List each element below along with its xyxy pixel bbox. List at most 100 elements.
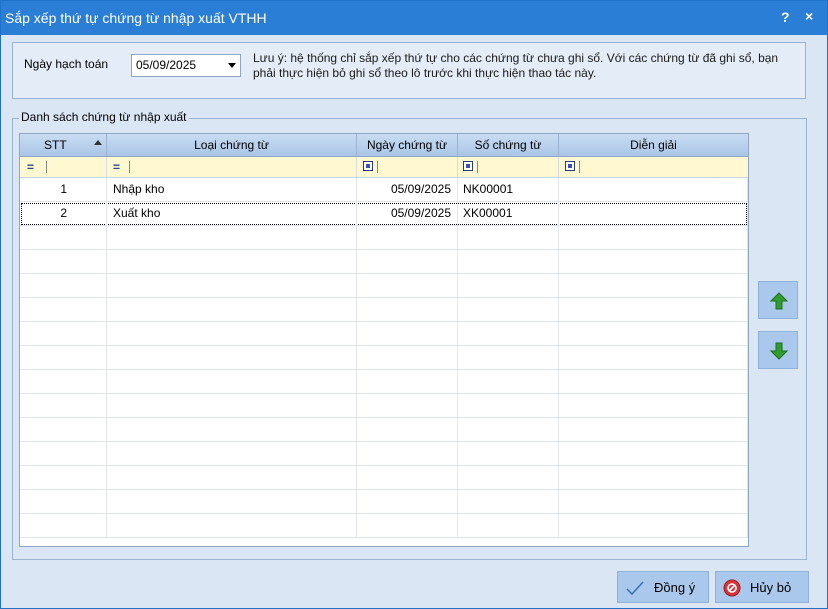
empty-cell xyxy=(107,418,357,442)
table-row[interactable]: 1 Nhập kho 05/09/2025 NK00001 xyxy=(20,178,748,202)
empty-cell xyxy=(357,226,458,250)
filter-cell-voucher-number[interactable] xyxy=(458,157,559,177)
empty-cell xyxy=(357,466,458,490)
empty-row xyxy=(20,418,748,442)
empty-cell xyxy=(20,490,107,514)
cell-stt: 1 xyxy=(20,178,107,202)
empty-cell xyxy=(357,346,458,370)
empty-row xyxy=(20,442,748,466)
sort-ascending-icon xyxy=(94,140,102,145)
empty-cell xyxy=(107,442,357,466)
empty-row xyxy=(20,298,748,322)
empty-cell xyxy=(458,370,559,394)
empty-cell xyxy=(357,298,458,322)
empty-cell xyxy=(357,274,458,298)
help-icon[interactable]: ? xyxy=(781,9,790,25)
filter-cell-voucher-date[interactable] xyxy=(357,157,458,177)
empty-cell xyxy=(107,346,357,370)
empty-cell xyxy=(20,226,107,250)
cell-voucher-date: 05/09/2025 xyxy=(357,178,458,202)
empty-cell xyxy=(559,442,748,466)
date-label: Ngày hạch toán xyxy=(24,57,109,71)
column-header-voucher-type[interactable]: Loại chứng từ xyxy=(107,134,357,156)
arrow-up-icon xyxy=(769,292,789,310)
empty-row xyxy=(20,370,748,394)
column-header-description[interactable]: Diễn giải xyxy=(559,134,748,156)
empty-cell xyxy=(559,250,748,274)
filter-row: = = xyxy=(20,157,748,178)
column-header-voucher-date[interactable]: Ngày chứng từ xyxy=(357,134,458,156)
empty-cell xyxy=(20,442,107,466)
empty-cell xyxy=(107,274,357,298)
empty-cell xyxy=(458,346,559,370)
empty-cell xyxy=(357,490,458,514)
title-bar: Sắp xếp thứ tự chứng từ nhập xuất VTHH ?… xyxy=(1,1,827,35)
empty-cell xyxy=(357,394,458,418)
empty-cell xyxy=(107,226,357,250)
empty-cell xyxy=(20,274,107,298)
filter-box-icon[interactable] xyxy=(363,161,373,171)
cancel-label: Hủy bỏ xyxy=(750,580,792,595)
cell-voucher-type: Xuất kho xyxy=(107,202,357,226)
posting-date-value: 05/09/2025 xyxy=(136,58,197,72)
dialog-title: Sắp xếp thứ tự chứng từ nhập xuất VTHH xyxy=(5,10,267,26)
empty-cell xyxy=(20,298,107,322)
sort-voucher-dialog: Sắp xếp thứ tự chứng từ nhập xuất VTHH ?… xyxy=(0,0,828,609)
ok-button[interactable]: Đồng ý xyxy=(617,571,709,603)
empty-cell xyxy=(458,274,559,298)
filter-cell-description[interactable] xyxy=(559,157,748,177)
empty-cell xyxy=(357,250,458,274)
empty-cell xyxy=(458,298,559,322)
empty-cell xyxy=(559,226,748,250)
empty-row xyxy=(20,322,748,346)
empty-cell xyxy=(458,226,559,250)
empty-cell xyxy=(559,322,748,346)
empty-cell xyxy=(559,370,748,394)
empty-row xyxy=(20,274,748,298)
empty-cell xyxy=(20,418,107,442)
move-up-button[interactable] xyxy=(758,281,798,319)
arrow-down-icon xyxy=(769,342,789,360)
equals-icon[interactable]: = xyxy=(113,161,120,173)
cell-voucher-number: XK00001 xyxy=(458,202,559,226)
cell-stt: 2 xyxy=(20,202,107,226)
empty-cell xyxy=(559,490,748,514)
empty-cell xyxy=(559,514,748,538)
close-icon[interactable]: × xyxy=(805,8,813,24)
empty-row xyxy=(20,226,748,250)
filter-cell-voucher-type[interactable]: = xyxy=(107,157,357,177)
grid-header: STT Loại chứng từ Ngày chứng từ Số chứng… xyxy=(20,134,748,157)
empty-cell xyxy=(107,466,357,490)
empty-cell xyxy=(357,514,458,538)
column-header-stt[interactable]: STT xyxy=(20,134,107,156)
empty-cell xyxy=(559,466,748,490)
empty-row xyxy=(20,346,748,370)
column-header-voucher-number[interactable]: Số chứng từ xyxy=(458,134,559,156)
cancel-circle-icon xyxy=(723,579,741,597)
empty-cell xyxy=(20,346,107,370)
empty-cell xyxy=(559,418,748,442)
move-down-button[interactable] xyxy=(758,331,798,369)
equals-icon[interactable]: = xyxy=(27,161,34,173)
empty-cell xyxy=(458,442,559,466)
empty-cell xyxy=(107,250,357,274)
empty-cell xyxy=(458,466,559,490)
empty-cell xyxy=(559,394,748,418)
empty-cell xyxy=(20,394,107,418)
filter-cell-stt[interactable]: = xyxy=(20,157,107,177)
filter-box-icon[interactable] xyxy=(463,161,473,171)
chevron-down-icon[interactable] xyxy=(228,63,236,68)
table-row-selected[interactable]: 2 Xuất kho 05/09/2025 XK00001 xyxy=(20,202,748,226)
cancel-button[interactable]: Hủy bỏ xyxy=(715,571,809,603)
empty-row xyxy=(20,250,748,274)
filter-box-icon[interactable] xyxy=(565,161,575,171)
empty-cell xyxy=(559,298,748,322)
cell-voucher-date: 05/09/2025 xyxy=(357,202,458,226)
posting-date-select[interactable]: 05/09/2025 xyxy=(131,54,241,77)
checkmark-icon xyxy=(626,581,644,596)
cell-description xyxy=(559,202,748,226)
empty-cell xyxy=(458,490,559,514)
empty-cell xyxy=(458,394,559,418)
empty-cell xyxy=(107,322,357,346)
empty-cell xyxy=(107,370,357,394)
